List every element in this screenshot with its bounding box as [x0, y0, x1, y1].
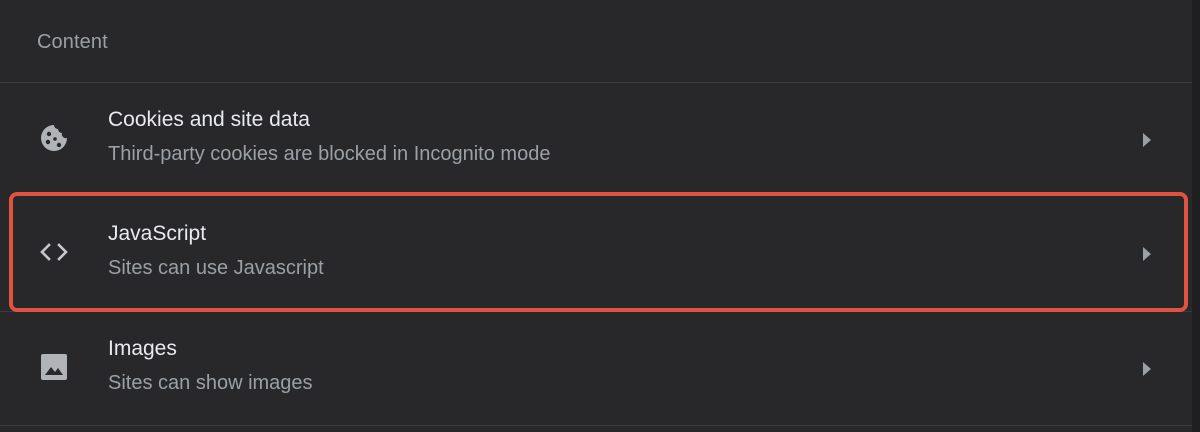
code-icon	[38, 236, 70, 268]
cookie-icon	[38, 122, 70, 154]
row-subtitle: Sites can use Javascript	[108, 257, 324, 279]
row-subtitle: Sites can show images	[108, 372, 313, 394]
settings-row-images[interactable]: Images Sites can show images	[0, 311, 1200, 425]
chevron-right-icon	[1140, 360, 1154, 378]
section-title: Content	[37, 31, 108, 53]
divider	[0, 425, 1200, 426]
row-title: Images	[108, 337, 177, 360]
image-icon	[38, 351, 70, 383]
chevron-right-icon	[1140, 131, 1154, 149]
panel-edge	[1192, 0, 1200, 432]
row-title: JavaScript	[108, 222, 207, 245]
row-title: Cookies and site data	[108, 108, 310, 131]
chevron-right-icon	[1140, 245, 1154, 263]
settings-row-cookies[interactable]: Cookies and site data Third-party cookie…	[0, 82, 1200, 196]
row-subtitle: Third-party cookies are blocked in Incog…	[108, 143, 551, 165]
settings-row-javascript[interactable]: JavaScript Sites can use Javascript	[0, 196, 1200, 310]
settings-content-panel: Content Cookies and site data Third-part…	[0, 0, 1200, 432]
